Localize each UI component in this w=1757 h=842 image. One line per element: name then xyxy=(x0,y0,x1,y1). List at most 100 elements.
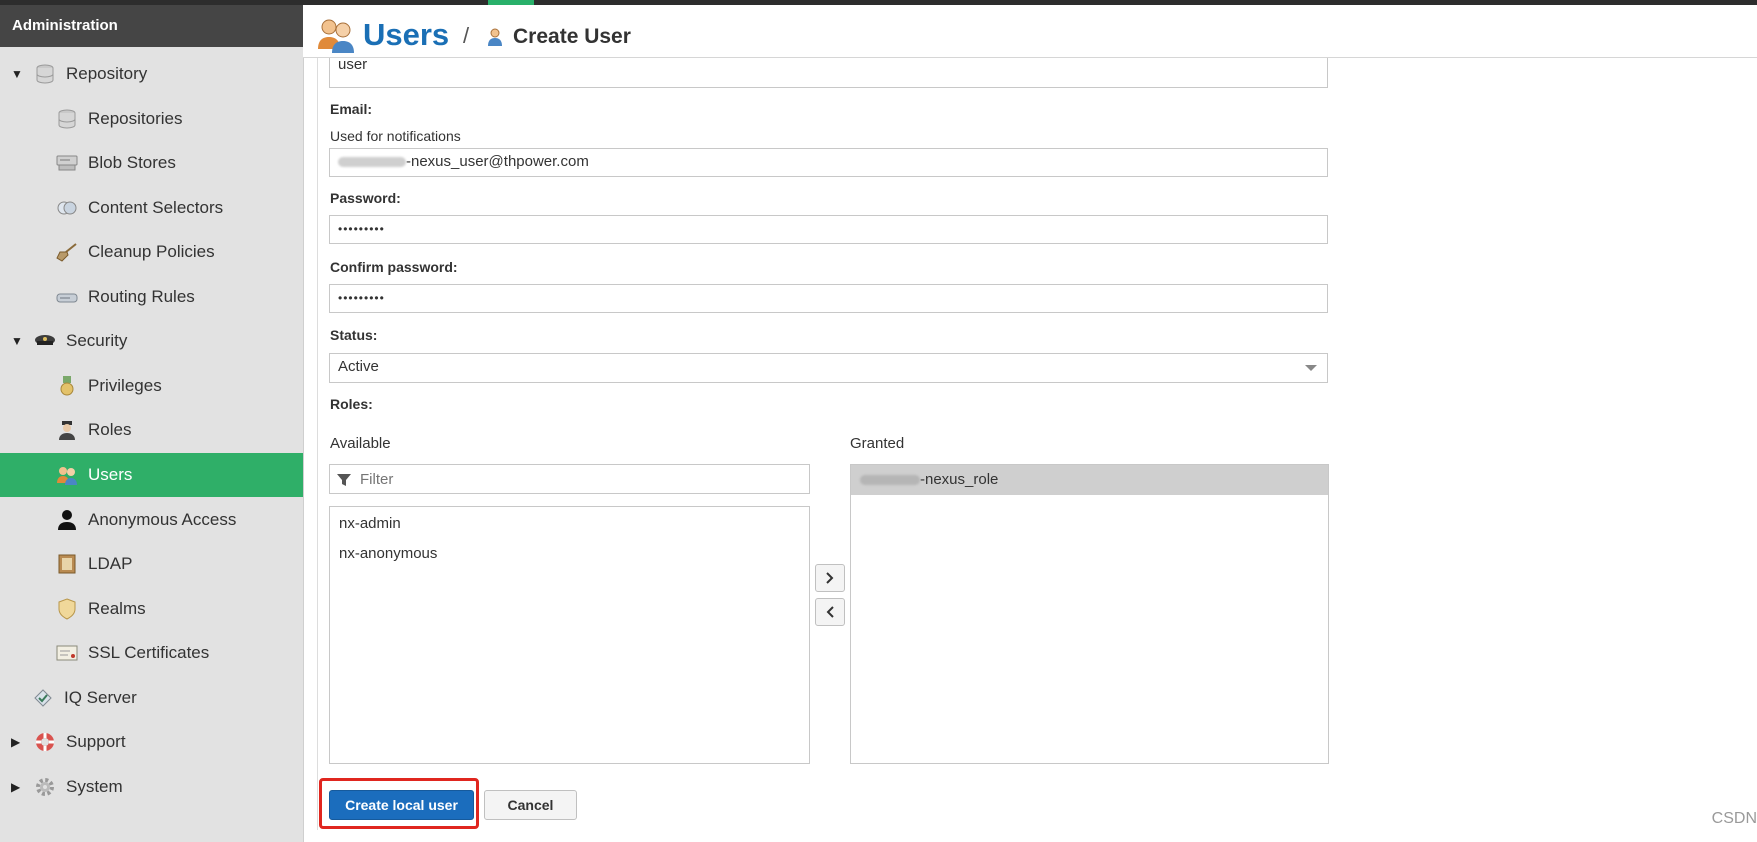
confirm-password-value: ••••••••• xyxy=(338,291,385,305)
sidebar-header: Administration xyxy=(0,5,303,47)
chevron-down-icon[interactable] xyxy=(1305,365,1317,371)
chevron-right-icon xyxy=(826,572,834,584)
sidebar-item-label: Blob Stores xyxy=(88,153,176,172)
sidebar-item-label: SSL Certificates xyxy=(88,643,210,662)
sidebar-item-label: Roles xyxy=(88,420,132,439)
sidebar-item-repository[interactable]: ▼ Repository xyxy=(0,52,303,96)
role-filter-field[interactable] xyxy=(329,464,810,494)
roles-label: Roles: xyxy=(330,396,373,412)
filter-input[interactable] xyxy=(358,467,802,491)
list-item[interactable]: -nexus_role xyxy=(851,465,1328,495)
sidebar-item-label: Content Selectors xyxy=(88,198,224,217)
email-value: -nexus_user@thpower.com xyxy=(406,153,589,170)
sidebar-item-label: System xyxy=(66,777,123,796)
sidebar-item-repositories[interactable]: Repositories xyxy=(0,97,303,141)
sidebar-item-label: Repositories xyxy=(88,109,183,128)
sidebar-item-system[interactable]: ▶ System xyxy=(0,765,303,809)
list-item[interactable]: nx-admin xyxy=(330,509,809,539)
server-icon xyxy=(56,152,78,174)
available-label: Available xyxy=(330,435,391,452)
shield-icon xyxy=(56,598,78,620)
lifebuoy-icon xyxy=(34,731,56,753)
create-local-user-button[interactable]: Create local user xyxy=(329,790,474,820)
sidebar-item-blob-stores[interactable]: Blob Stores xyxy=(0,141,303,185)
available-roles-list[interactable]: nx-admin nx-anonymous xyxy=(329,506,810,764)
page-subtitle: Create User xyxy=(513,25,631,48)
status-value: Active xyxy=(338,358,379,375)
email-hint: Used for notifications xyxy=(330,128,461,144)
sidebar-item-ldap[interactable]: LDAP xyxy=(0,542,303,586)
sidebar-item-content-selectors[interactable]: Content Selectors xyxy=(0,186,303,230)
sidebar-item-privileges[interactable]: Privileges xyxy=(0,364,303,408)
iq-icon xyxy=(32,687,54,709)
breadcrumb-separator: / xyxy=(463,23,470,48)
sidebar-item-label: Cleanup Policies xyxy=(88,242,215,261)
sidebar-item-label: Routing Rules xyxy=(88,287,195,306)
caret-down-icon[interactable]: ▼ xyxy=(11,334,25,348)
sidebar-item-label: Repository xyxy=(66,64,148,83)
status-label: Status: xyxy=(330,327,378,343)
sidebar-item-label: LDAP xyxy=(88,554,133,573)
sidebar-item-ssl-certificates[interactable]: SSL Certificates xyxy=(0,631,303,675)
sidebar-item-label: Privileges xyxy=(88,376,162,395)
email-label: Email: xyxy=(330,101,373,117)
granted-label: Granted xyxy=(850,435,905,452)
person-icon xyxy=(56,509,78,531)
sidebar-item-cleanup-policies[interactable]: Cleanup Policies xyxy=(0,230,303,274)
caret-right-icon[interactable]: ▶ xyxy=(11,735,25,749)
police-cap-icon xyxy=(34,330,56,352)
page-title[interactable]: Users xyxy=(363,17,449,53)
password-label: Password: xyxy=(330,190,401,206)
list-item[interactable]: nx-anonymous xyxy=(330,539,809,569)
granted-role-label: -nexus_role xyxy=(920,471,999,488)
filter-icon xyxy=(336,471,352,497)
sidebar-item-anonymous-access[interactable]: Anonymous Access xyxy=(0,498,303,542)
user-icon xyxy=(486,27,504,52)
sidebar-item-label: Users xyxy=(88,465,133,484)
username-field[interactable]: user xyxy=(329,56,1328,88)
sidebar-item-label: Security xyxy=(66,331,128,350)
sidebar-item-users[interactable]: Users xyxy=(0,453,303,497)
sidebar-item-label: Support xyxy=(66,732,126,751)
redacted-text xyxy=(860,475,920,486)
add-role-button[interactable] xyxy=(815,564,845,592)
caret-right-icon[interactable]: ▶ xyxy=(11,780,25,794)
gear-icon xyxy=(34,776,56,798)
selector-icon xyxy=(56,197,78,219)
chevron-left-icon xyxy=(826,606,834,618)
granted-roles-list[interactable]: -nexus_role xyxy=(850,464,1329,764)
officer-icon xyxy=(56,419,78,441)
page-header: Users / Create User xyxy=(303,5,1757,58)
remove-role-button[interactable] xyxy=(815,598,845,626)
sidebar-item-routing-rules[interactable]: Routing Rules xyxy=(0,275,303,319)
sidebar-item-iq-server[interactable]: IQ Server xyxy=(0,676,303,720)
password-field[interactable]: ••••••••• xyxy=(329,215,1328,244)
sidebar-item-roles[interactable]: Roles xyxy=(0,408,303,452)
sidebar-item-support[interactable]: ▶ Support xyxy=(0,720,303,764)
database-icon xyxy=(56,108,78,130)
admin-sidebar: Administration ▼ Repository Repositories… xyxy=(0,5,304,842)
username-value: user xyxy=(338,56,368,73)
sidebar-item-security[interactable]: ▼ Security xyxy=(0,319,303,363)
sidebar-item-realms[interactable]: Realms xyxy=(0,587,303,631)
book-icon xyxy=(56,553,78,575)
confirm-password-label: Confirm password: xyxy=(330,259,458,275)
sidebar-item-label: IQ Server xyxy=(64,688,137,707)
sidebar-item-label: Realms xyxy=(88,599,146,618)
database-icon xyxy=(34,63,56,85)
status-select[interactable]: Active xyxy=(329,353,1328,383)
users-icon xyxy=(317,17,355,58)
cancel-button[interactable]: Cancel xyxy=(484,790,577,820)
router-icon xyxy=(56,286,78,308)
caret-down-icon[interactable]: ▼ xyxy=(11,67,25,81)
email-field[interactable]: -nexus_user@thpower.com xyxy=(329,148,1328,177)
redacted-text xyxy=(338,157,406,168)
watermark: CSDN xyxy=(1711,810,1757,827)
sidebar-item-label: Anonymous Access xyxy=(88,510,237,529)
broom-icon xyxy=(56,241,78,263)
users-icon xyxy=(56,464,78,486)
confirm-password-field[interactable]: ••••••••• xyxy=(329,284,1328,313)
medal-icon xyxy=(56,375,78,397)
password-value: ••••••••• xyxy=(338,222,385,236)
certificate-icon xyxy=(56,642,78,664)
